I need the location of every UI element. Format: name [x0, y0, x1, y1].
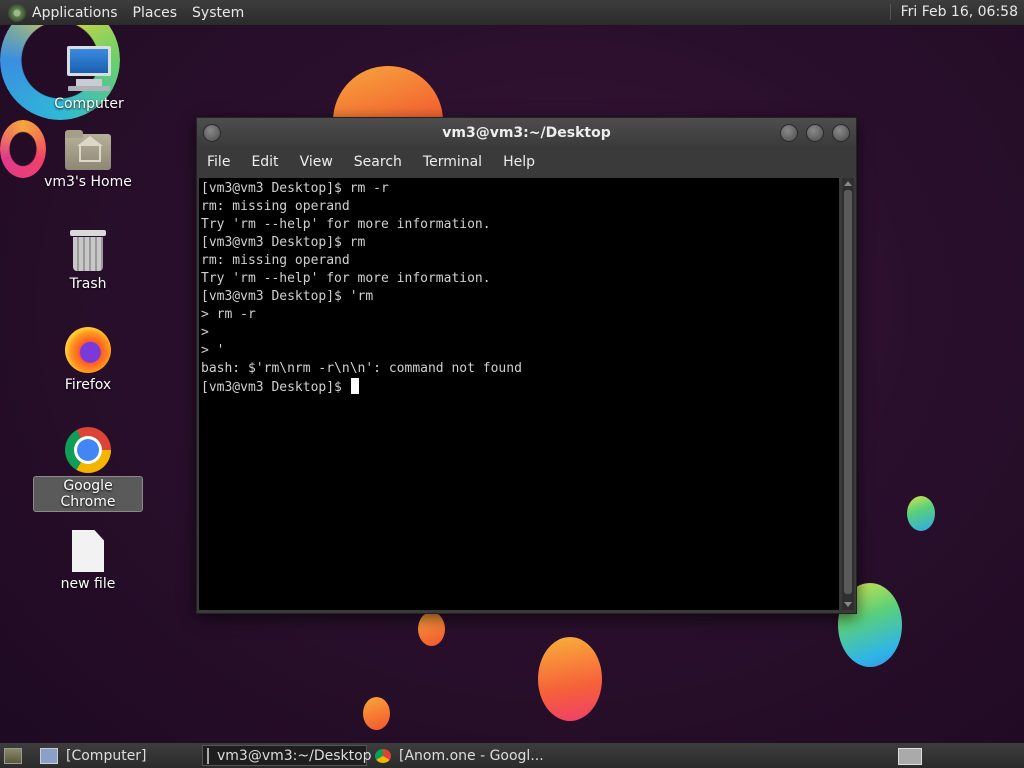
- wallpaper-blue-dot: [907, 496, 935, 531]
- desktop-icon-label: new file: [60, 576, 116, 592]
- close-button[interactable]: [832, 124, 850, 142]
- desktop-icon-label: vm3's Home: [44, 174, 132, 190]
- terminal-window[interactable]: vm3@vm3:~/Desktop File Edit View Search …: [196, 117, 857, 614]
- home-folder-icon: [65, 130, 111, 170]
- menu-search[interactable]: Search: [354, 154, 402, 170]
- desktop-icon-firefox[interactable]: Firefox: [33, 327, 143, 394]
- menu-edit[interactable]: Edit: [251, 154, 278, 170]
- chrome-icon: [375, 748, 391, 763]
- desktop-icon-new-file[interactable]: new file: [33, 530, 143, 593]
- text-cursor: [350, 378, 359, 394]
- scroll-up-icon[interactable]: [844, 181, 852, 186]
- terminal-line: >: [201, 325, 209, 340]
- terminal-line: Try 'rm --help' for more information.: [201, 271, 491, 286]
- menu-file[interactable]: File: [207, 154, 230, 170]
- wallpaper-orange-dot: [418, 612, 445, 646]
- terminal-prompt: [vm3@vm3 Desktop]$: [201, 380, 350, 395]
- scroll-down-icon[interactable]: [844, 602, 852, 607]
- taskbar-item-label: vm3@vm3:~/Desktop: [217, 747, 372, 764]
- terminal-prompt-line[interactable]: [vm3@vm3 Desktop]$: [201, 378, 839, 396]
- terminal-line: rm: missing operand: [201, 253, 350, 268]
- top-panel: Applications Places System Fri Feb 16, 0…: [0, 0, 1024, 25]
- desktop-icon-chrome[interactable]: Google Chrome: [33, 427, 143, 512]
- menu-help[interactable]: Help: [503, 154, 535, 170]
- minimize-button[interactable]: [780, 124, 798, 142]
- desktop-icon-computer[interactable]: Computer: [34, 46, 144, 113]
- desktop-icon-label: Firefox: [64, 377, 112, 393]
- wallpaper-orange-egg: [538, 637, 602, 721]
- terminal-line: [vm3@vm3 Desktop]$ rm: [201, 235, 366, 250]
- terminal-line: [vm3@vm3 Desktop]$ 'rm: [201, 289, 374, 304]
- desktop-icon-label: Computer: [54, 96, 124, 112]
- computer-icon: [64, 46, 114, 92]
- terminal-output[interactable]: [vm3@vm3 Desktop]$ rm -r rm: missing ope…: [199, 178, 839, 610]
- terminal-line: Try 'rm --help' for more information.: [201, 217, 491, 232]
- taskbar-item-chrome[interactable]: [Anom.one - Googl...: [371, 745, 571, 766]
- taskbar-item-computer[interactable]: [Computer]: [36, 745, 196, 766]
- terminal-line: > ': [201, 343, 225, 358]
- desktop-icon-label: Google Chrome: [33, 476, 143, 512]
- terminal-scrollbar[interactable]: [842, 178, 854, 610]
- taskbar-item-terminal[interactable]: vm3@vm3:~/Desktop: [202, 745, 372, 766]
- taskbar-item-label: [Anom.one - Googl...: [399, 747, 544, 764]
- desktop-icon-label: Trash: [69, 276, 107, 292]
- chrome-icon: [65, 427, 111, 473]
- desktop-icon-trash[interactable]: Trash: [33, 230, 143, 293]
- distro-logo-icon[interactable]: [8, 3, 26, 22]
- taskbar-item-label: [Computer]: [66, 747, 147, 764]
- terminal-icon: [207, 747, 209, 764]
- terminal-line: rm: missing operand: [201, 199, 350, 214]
- window-titlebar[interactable]: vm3@vm3:~/Desktop: [197, 118, 856, 148]
- terminal-line: > rm -r: [201, 307, 256, 322]
- computer-icon: [40, 747, 58, 764]
- places-menu[interactable]: Places: [133, 5, 178, 21]
- wallpaper-orange-dot-small: [363, 697, 390, 730]
- system-menu[interactable]: System: [192, 5, 244, 21]
- workspace-switcher[interactable]: [898, 748, 922, 765]
- clock[interactable]: Fri Feb 16, 06:58: [889, 4, 1018, 20]
- desktop-icon-home[interactable]: vm3's Home: [33, 130, 143, 191]
- terminal-line: bash: $'rm\nrm -r\n\n': command not foun…: [201, 361, 522, 376]
- bottom-panel: [Computer] vm3@vm3:~/Desktop [Anom.one -…: [0, 743, 1024, 768]
- menu-terminal[interactable]: Terminal: [423, 154, 482, 170]
- file-icon: [72, 530, 104, 572]
- terminal-menubar: File Edit View Search Terminal Help: [197, 148, 856, 176]
- trash-icon: [70, 230, 106, 272]
- firefox-icon: [65, 327, 111, 373]
- terminal-line: [vm3@vm3 Desktop]$ rm -r: [201, 181, 389, 196]
- show-desktop-icon[interactable]: [4, 748, 22, 764]
- window-title: vm3@vm3:~/Desktop: [442, 125, 611, 141]
- maximize-button[interactable]: [806, 124, 824, 142]
- applications-menu[interactable]: Applications: [32, 5, 118, 21]
- scrollbar-thumb[interactable]: [844, 190, 852, 594]
- menu-view[interactable]: View: [300, 154, 333, 170]
